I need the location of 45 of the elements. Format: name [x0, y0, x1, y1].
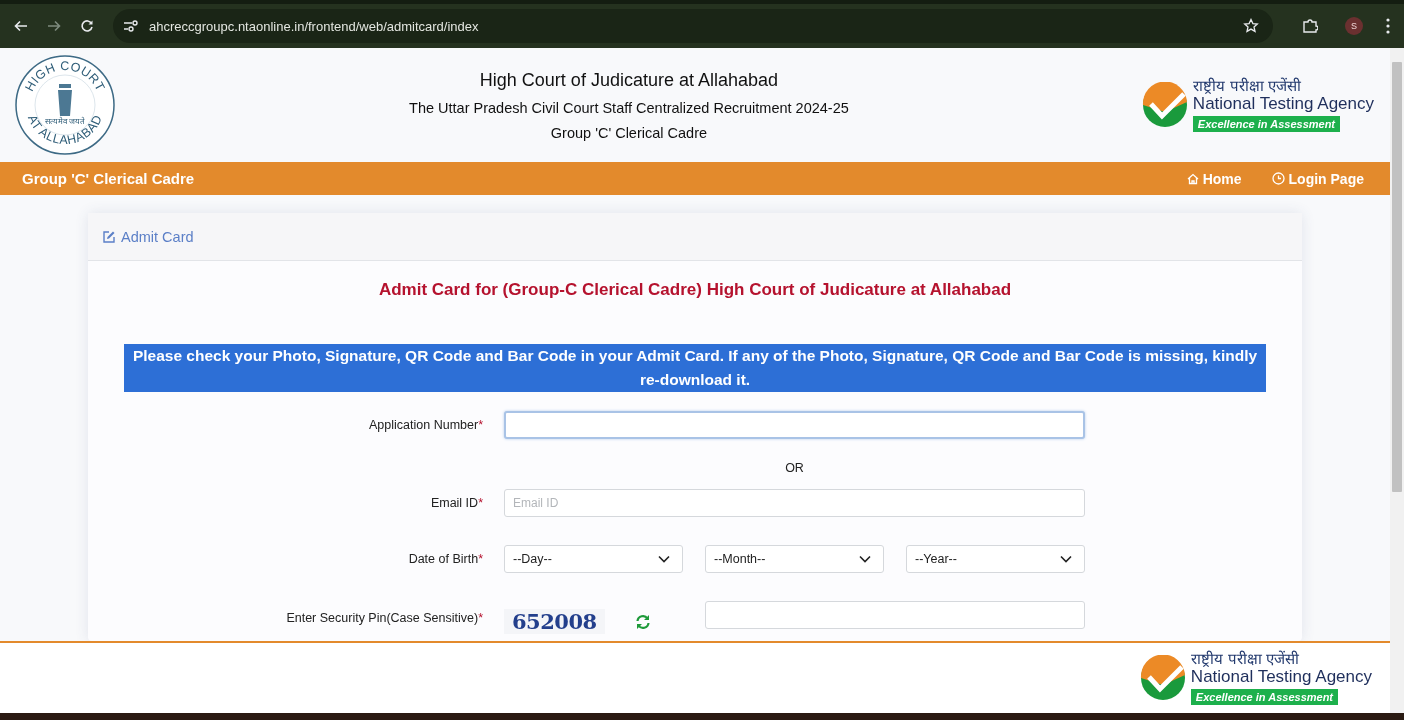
page-subtitle: The Uttar Pradesh Civil Court Staff Centralized Recruitment 2024-25 — [408, 99, 850, 116]
chevron-down-icon — [1060, 555, 1072, 563]
or-separator: OR — [784, 461, 805, 475]
logo-name-text: National Testing Agency — [1190, 667, 1372, 687]
field-label: Application Number* — [368, 418, 483, 432]
group-title: Group 'C' Clerical Cadre — [549, 124, 709, 141]
puzzle-icon[interactable] — [1302, 18, 1318, 34]
logo-hindi-text: राष्ट्रीय परीक्षा एजेंसी — [1190, 651, 1300, 668]
edit-icon — [102, 229, 116, 244]
reload-icon[interactable] — [80, 19, 94, 33]
logo-tagline: Excellence in Assessment — [1190, 688, 1339, 705]
profile-avatar[interactable]: S — [1345, 17, 1363, 35]
admit-card-heading: Admit Card for (Group-C Clerical Cadre) High Court of Judicature at Allahabad — [377, 280, 1013, 300]
field-label: Date of Birth* — [407, 552, 483, 566]
captcha-image: 652008 — [504, 609, 605, 634]
chevron-down-icon — [859, 555, 871, 563]
logo-name-text: National Testing Agency — [1192, 94, 1374, 114]
address-bar[interactable]: ahcreccgroupc.ntaonline.in/frontend/web/admitcard/index — [113, 9, 1273, 43]
select-dropdown[interactable]: --Day-- — [504, 545, 683, 573]
check-logo-icon — [1141, 82, 1188, 128]
select-dropdown[interactable]: --Year-- — [906, 545, 1085, 573]
page-title: High Court of Judicature at Allahabad — [478, 69, 779, 91]
check-logo-icon — [1139, 655, 1186, 701]
star-icon[interactable] — [1243, 18, 1259, 34]
clock-icon — [1271, 172, 1285, 185]
menu-icon[interactable] — [1386, 18, 1390, 34]
logo-tagline: Excellence in Assessment — [1192, 115, 1341, 132]
nav-title: Group 'C' Clerical Cadre — [22, 170, 196, 187]
input-field[interactable] — [705, 601, 1085, 629]
url-text: ahcreccgroupc.ntaonline.in/frontend/web/admitcard/index — [149, 18, 479, 34]
field-label: Email ID* — [429, 496, 483, 510]
scrollbar[interactable] — [1390, 48, 1404, 713]
back-icon[interactable] — [14, 19, 28, 33]
notice-text: Please check your Photo, Signature, QR Code and Bar Code in your Admit Card. If any of the Photo, Signature, QR Code and Bar Code is missing, kindly re-download it. — [124, 344, 1266, 392]
card-title: Admit Card — [121, 228, 194, 245]
logo-hindi-text: राष्ट्रीय परीक्षा एजेंसी — [1192, 78, 1302, 95]
site-settings-icon[interactable] — [123, 19, 139, 33]
home-icon — [1186, 172, 1199, 185]
input-field[interactable]: Email ID — [504, 489, 1085, 517]
field-label: Enter Security Pin(Case Sensitive)* — [285, 610, 483, 625]
forward-icon[interactable] — [47, 19, 61, 33]
refresh-icon[interactable] — [634, 613, 651, 630]
select-dropdown[interactable]: --Month-- — [705, 545, 884, 573]
chevron-down-icon — [658, 555, 670, 563]
input-field[interactable] — [504, 411, 1085, 439]
